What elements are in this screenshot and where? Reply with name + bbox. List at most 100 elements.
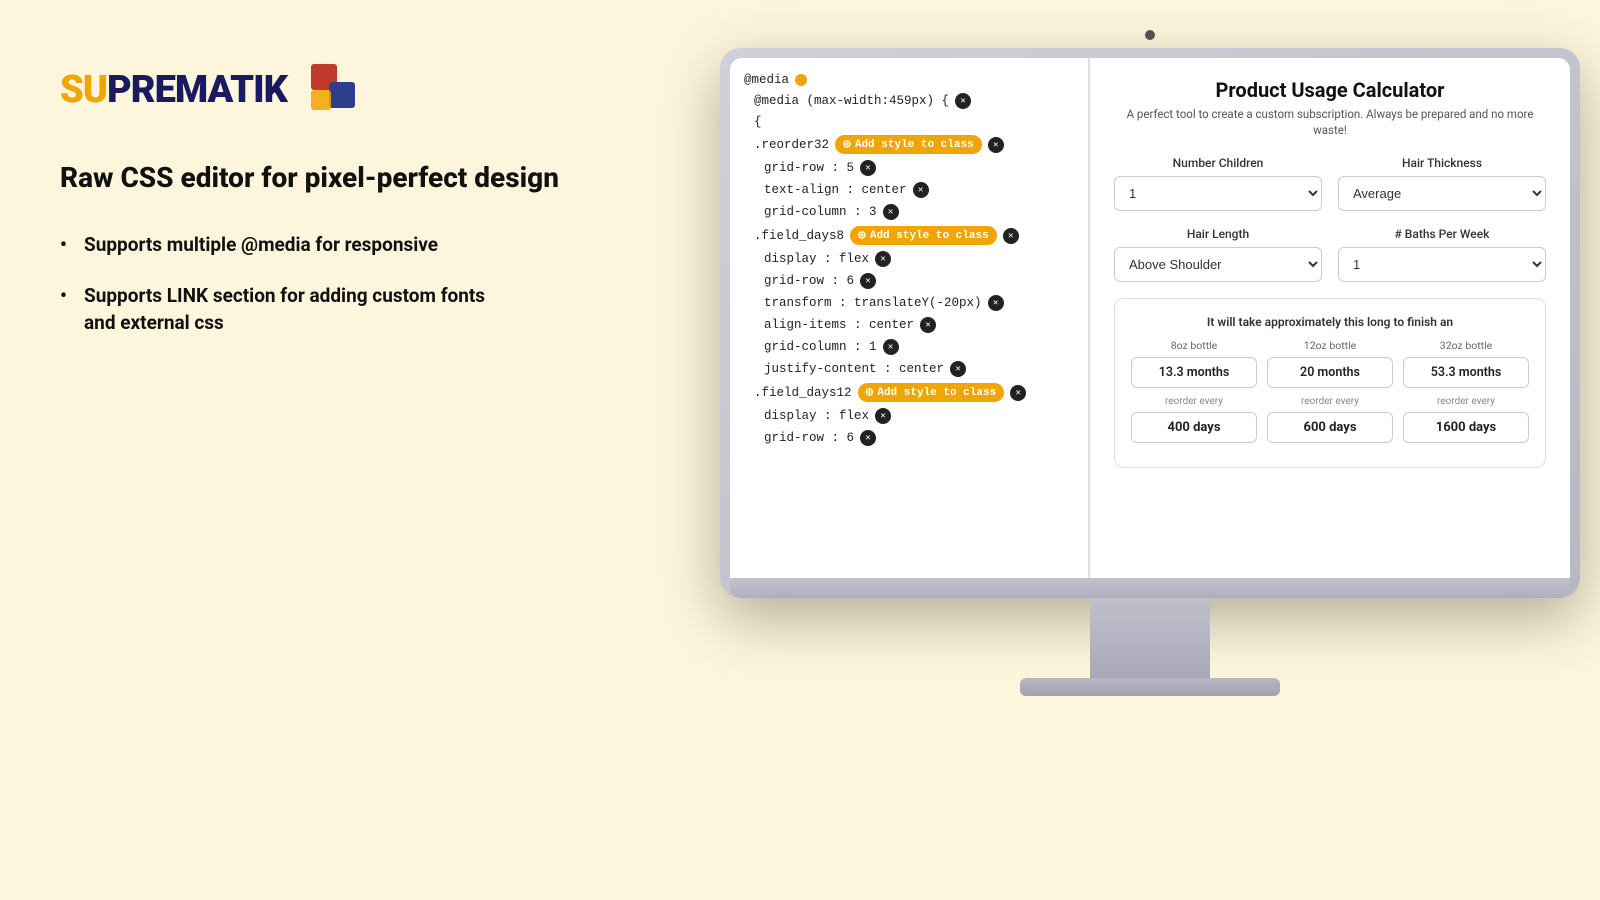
reorder-label-32oz: reorder every xyxy=(1403,396,1529,407)
bullet-item-1: Supports multiple @media for responsive xyxy=(60,232,560,259)
bottle-months-8oz: 13.3 months xyxy=(1131,357,1257,388)
monitor-stand-base xyxy=(1020,678,1280,696)
field-hair-thickness: Hair Thickness Average Thin Thick xyxy=(1338,156,1546,211)
css-text: display : flex xyxy=(764,409,869,423)
css-text: grid-column : 3 xyxy=(764,205,877,219)
calc-title: Product Usage Calculator xyxy=(1114,78,1546,102)
bottle-label-12oz: 12oz bottle xyxy=(1267,339,1393,352)
remove-button[interactable]: ✕ xyxy=(860,160,876,176)
calc-subtitle: A perfect tool to create a custom subscr… xyxy=(1114,106,1546,138)
remove-button[interactable]: ✕ xyxy=(1010,385,1026,401)
bottle-label-32oz: 32oz bottle xyxy=(1403,339,1529,352)
css-text: .field_days8 xyxy=(754,229,844,243)
css-line-textalign: text-align : center ✕ xyxy=(730,179,1088,201)
css-line-brace: { xyxy=(730,112,1088,132)
remove-button[interactable]: ✕ xyxy=(860,430,876,446)
css-text: @media xyxy=(744,73,789,87)
reorder-col-12oz: reorder every 600 days xyxy=(1267,396,1393,443)
field-hair-length: Hair Length Above Shoulder Below Shoulde… xyxy=(1114,227,1322,282)
css-text: grid-column : 1 xyxy=(764,340,877,354)
select-hair-length[interactable]: Above Shoulder Below Shoulder Short xyxy=(1114,247,1322,282)
field-baths-per-week: # Baths Per Week 1 2 3 xyxy=(1338,227,1546,282)
label-hair-length: Hair Length xyxy=(1114,227,1322,241)
css-line-transform: transform : translateY(-20px) ✕ xyxy=(730,292,1088,314)
remove-button[interactable]: ✕ xyxy=(875,251,891,267)
bottle-col-12oz: 12oz bottle 20 months xyxy=(1267,339,1393,388)
headline: Raw CSS editor for pixel-perfect design xyxy=(60,160,560,196)
bottle-months-32oz: 53.3 months xyxy=(1403,357,1529,388)
monitor-bottom-bar xyxy=(730,580,1570,598)
css-line-media: @media xyxy=(730,70,1088,90)
css-line-gridrow6-2: grid-row : 6 ✕ xyxy=(730,427,1088,449)
css-line-fielddays8: .field_days8 ⊕ Add style to class ✕ xyxy=(730,223,1088,248)
css-text: grid-row : 6 xyxy=(764,274,854,288)
reorder-label-12oz: reorder every xyxy=(1267,396,1393,407)
remove-button[interactable]: ✕ xyxy=(875,408,891,424)
css-line-display-flex-2: display : flex ✕ xyxy=(730,405,1088,427)
bullet-list: Supports multiple @media for responsive … xyxy=(60,232,560,336)
calc-row-2: Hair Length Above Shoulder Below Shoulde… xyxy=(1114,227,1546,282)
field-number-children: Number Children 1 2 3 xyxy=(1114,156,1322,211)
reorder-col-32oz: reorder every 1600 days xyxy=(1403,396,1529,443)
add-style-button[interactable]: ⊕ Add style to class xyxy=(858,383,1005,402)
css-line-gridcol3: grid-column : 3 ✕ xyxy=(730,201,1088,223)
bullet-item-2: Supports LINK section for adding custom … xyxy=(60,283,560,336)
calc-result-intro: It will take approximately this long to … xyxy=(1131,315,1529,329)
reorder-col-8oz: reorder every 400 days xyxy=(1131,396,1257,443)
remove-button[interactable]: ✕ xyxy=(988,137,1004,153)
monitor-stand-neck xyxy=(1090,598,1210,678)
bottle-reorder-row: reorder every 400 days reorder every 600… xyxy=(1131,396,1529,443)
add-style-button[interactable]: ⊕ Add style to class xyxy=(850,226,997,245)
bottle-col-32oz: 32oz bottle 53.3 months xyxy=(1403,339,1529,388)
monitor-screen: @media @media (max-width:459px) { ✕ { .r… xyxy=(730,58,1570,578)
bottle-label-8oz: 8oz bottle xyxy=(1131,339,1257,352)
logo-area: SUPREMATIK xyxy=(60,60,560,120)
css-line-alignitems: align-items : center ✕ xyxy=(730,314,1088,336)
logo-su: SU xyxy=(60,68,107,112)
css-text: grid-row : 5 xyxy=(764,161,854,175)
monitor-dot xyxy=(1145,30,1155,40)
css-editor-panel: @media @media (max-width:459px) { ✕ { .r… xyxy=(730,58,1090,578)
remove-button[interactable]: ✕ xyxy=(883,339,899,355)
logo-text: SUPREMATIK xyxy=(60,68,287,112)
reorder-days-32oz: 1600 days xyxy=(1403,412,1529,443)
logo-icon xyxy=(303,60,363,120)
css-line-justifycontent: justify-content : center ✕ xyxy=(730,358,1088,380)
css-line-reorder32: .reorder32 ⊕ Add style to class ✕ xyxy=(730,132,1088,157)
remove-button[interactable]: ✕ xyxy=(955,93,971,109)
remove-button[interactable]: ✕ xyxy=(950,361,966,377)
css-text: .reorder32 xyxy=(754,138,829,152)
label-hair-thickness: Hair Thickness xyxy=(1338,156,1546,170)
select-number-children[interactable]: 1 2 3 xyxy=(1114,176,1322,211)
label-baths-per-week: # Baths Per Week xyxy=(1338,227,1546,241)
css-line-gridrow6-1: grid-row : 6 ✕ xyxy=(730,270,1088,292)
add-style-button[interactable]: ⊕ Add style to class xyxy=(835,135,982,154)
css-text: .field_days12 xyxy=(754,386,852,400)
css-line-fielddays12: .field_days12 ⊕ Add style to class ✕ xyxy=(730,380,1088,405)
remove-button[interactable]: ✕ xyxy=(1003,228,1019,244)
remove-button[interactable]: ✕ xyxy=(860,273,876,289)
calc-row-1: Number Children 1 2 3 Hair Thickness Ave… xyxy=(1114,156,1546,211)
logo-rest: PREMATIK xyxy=(107,68,287,112)
css-text: @media (max-width:459px) { xyxy=(754,94,949,108)
orange-dot xyxy=(795,74,807,86)
css-line-gridcol1: grid-column : 1 ✕ xyxy=(730,336,1088,358)
select-hair-thickness[interactable]: Average Thin Thick xyxy=(1338,176,1546,211)
css-line-gridrow5: grid-row : 5 ✕ xyxy=(730,157,1088,179)
monitor: @media @media (max-width:459px) { ✕ { .r… xyxy=(720,30,1580,696)
calculator-panel: Product Usage Calculator A perfect tool … xyxy=(1090,58,1570,578)
monitor-body: @media @media (max-width:459px) { ✕ { .r… xyxy=(720,48,1580,598)
css-text: transform : translateY(-20px) xyxy=(764,296,982,310)
bottle-col-8oz: 8oz bottle 13.3 months xyxy=(1131,339,1257,388)
remove-button[interactable]: ✕ xyxy=(988,295,1004,311)
css-line-1: @media (max-width:459px) { ✕ xyxy=(730,90,1088,112)
bottle-months-row: 8oz bottle 13.3 months 12oz bottle 20 mo… xyxy=(1131,339,1529,388)
remove-button[interactable]: ✕ xyxy=(920,317,936,333)
calc-result-box: It will take approximately this long to … xyxy=(1114,298,1546,468)
select-baths-per-week[interactable]: 1 2 3 xyxy=(1338,247,1546,282)
remove-button[interactable]: ✕ xyxy=(883,204,899,220)
css-text: align-items : center xyxy=(764,318,914,332)
reorder-days-12oz: 600 days xyxy=(1267,412,1393,443)
css-text: { xyxy=(754,115,762,129)
remove-button[interactable]: ✕ xyxy=(913,182,929,198)
